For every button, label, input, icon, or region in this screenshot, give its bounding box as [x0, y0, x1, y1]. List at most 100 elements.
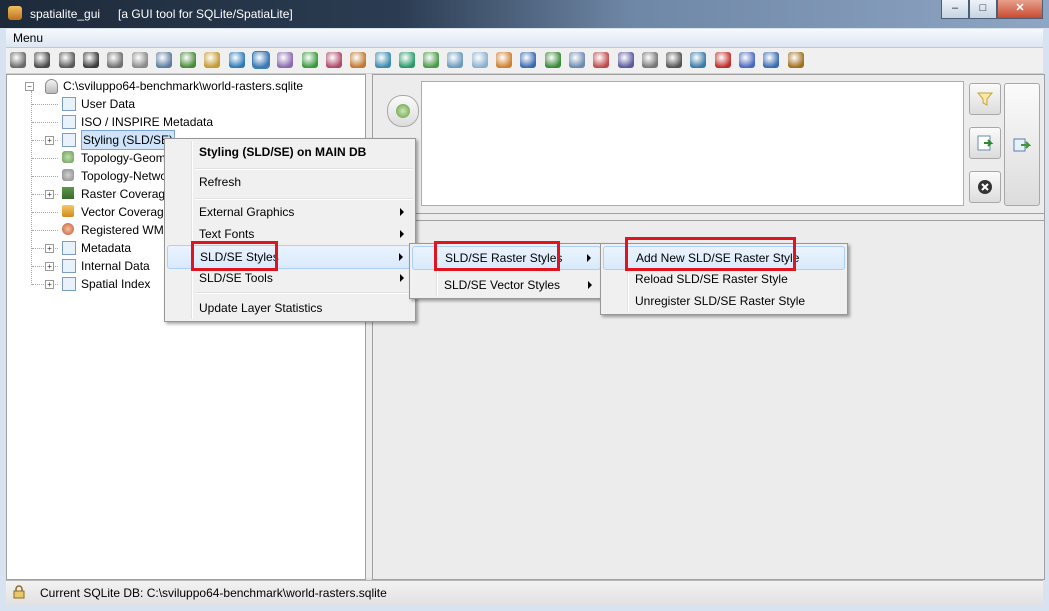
menu-item-unregister-raster-style[interactable]: Unregister SLD/SE Raster Style	[603, 290, 845, 312]
clear-button[interactable]	[969, 171, 1001, 203]
tree-item-label: Topology-Geom	[81, 151, 166, 165]
submenu-arrow-icon	[400, 230, 404, 238]
tree-node-icon	[62, 133, 76, 147]
load-txt-icon[interactable]	[471, 52, 488, 68]
network-icon[interactable]	[350, 52, 367, 68]
submenu-arrow-icon	[400, 274, 404, 282]
tree-item-label: Topology-Netwo	[81, 169, 168, 183]
tree-node-icon	[62, 241, 76, 255]
lock-icon	[12, 585, 26, 599]
maximize-button[interactable]: □	[969, 0, 997, 19]
menu-separator	[195, 198, 413, 200]
map-icon[interactable]	[277, 52, 294, 68]
tree-guide-line	[32, 158, 58, 159]
expand-icon[interactable]: +	[45, 262, 54, 271]
green-circle-icon	[396, 104, 410, 118]
disconnect-icon[interactable]	[34, 52, 51, 68]
tree-item-label: Raster Coverage	[81, 187, 172, 201]
expand-icon[interactable]: +	[45, 280, 54, 289]
create-db-icon[interactable]	[58, 52, 75, 68]
menu-item-menu[interactable]: Menu	[13, 31, 43, 45]
menu-item-update-layer-statistics[interactable]: Update Layer Statistics	[167, 297, 413, 319]
tree-guide-line	[32, 212, 58, 213]
tree-node-icon	[62, 169, 74, 181]
exit-icon[interactable]	[787, 52, 804, 68]
expand-icon[interactable]: +	[45, 136, 54, 145]
help-icon[interactable]	[739, 52, 755, 68]
list-icon[interactable]	[641, 52, 658, 68]
gps-icon[interactable]	[568, 52, 585, 68]
minimize-button[interactable]: ‒	[941, 0, 969, 19]
debug-icon[interactable]	[325, 52, 342, 68]
tree-item[interactable]: User Data	[7, 95, 357, 113]
tree-item-label: Internal Data	[81, 259, 150, 273]
sql-panel	[372, 74, 1045, 580]
highlight-box	[191, 241, 278, 271]
menu-separator	[195, 292, 413, 294]
horizontal-splitter[interactable]	[373, 213, 1044, 221]
close-button[interactable]: ✕	[997, 0, 1043, 19]
save-memory-icon[interactable]	[107, 52, 124, 68]
chart-icon[interactable]	[301, 52, 318, 68]
app-title: spatialite_gui	[30, 7, 101, 21]
load-dbf-icon[interactable]	[374, 52, 391, 68]
load-shp-icon[interactable]	[204, 52, 221, 68]
tree-item-label: Styling (SLD/SE)	[81, 130, 176, 150]
tree-item[interactable]: ISO / INSPIRE Metadata	[7, 113, 357, 131]
external-graphics-label: External Graphics	[199, 205, 295, 219]
submenu-arrow-icon	[587, 254, 591, 262]
virtual-csv-icon[interactable]	[398, 52, 415, 68]
history-back-button[interactable]	[387, 95, 419, 127]
menu-item-refresh[interactable]: Refresh	[167, 171, 413, 193]
tree-node-icon	[62, 151, 74, 163]
tree-node-icon	[62, 259, 76, 273]
window-controls: ‒ □ ✕	[941, 0, 1043, 20]
tree-root[interactable]: − C:\sviluppo64-benchmark\world-rasters.…	[25, 77, 355, 95]
execute-icon	[1013, 138, 1031, 151]
clone-db-icon[interactable]	[131, 52, 148, 68]
expand-icon[interactable]: +	[45, 190, 54, 199]
tree-item-label: Vector Coverage	[81, 205, 171, 219]
menu-item-reload-raster-style[interactable]: Reload SLD/SE Raster Style	[603, 268, 845, 290]
expand-icon[interactable]: +	[45, 244, 54, 253]
status-text: Current SQLite DB: C:\sviluppo64-benchma…	[40, 586, 387, 600]
vacuum-icon[interactable]	[155, 52, 172, 68]
load-script-icon	[977, 135, 994, 151]
execute-button[interactable]	[1004, 83, 1040, 206]
check-icon[interactable]	[617, 52, 634, 68]
menu-header-label: Styling (SLD/SE) on MAIN DB	[199, 145, 367, 159]
tree-item-label: Spatial Index	[81, 277, 151, 291]
sort-icon[interactable]	[666, 52, 683, 68]
exif-icon[interactable]	[544, 52, 561, 68]
sql-script-icon[interactable]	[180, 52, 197, 68]
virtual-xl-icon[interactable]	[423, 52, 440, 68]
memory-db-icon[interactable]	[82, 52, 99, 68]
load-raster-icon[interactable]	[593, 52, 610, 68]
database-icon	[45, 79, 58, 94]
load-xl-icon[interactable]	[447, 52, 464, 68]
menu-item-sld-se-vector-styles[interactable]: SLD/SE Vector Styles	[412, 274, 601, 296]
tree-guide-line	[32, 176, 58, 177]
menu-bar: Menu	[6, 29, 1043, 48]
highlight-box	[434, 241, 560, 271]
filter-button[interactable]	[969, 83, 1001, 115]
about-icon[interactable]	[763, 52, 780, 68]
font-icon[interactable]	[714, 52, 731, 68]
load-sql-button[interactable]	[969, 127, 1001, 159]
srid-icon[interactable]	[520, 52, 537, 68]
app-icon	[8, 6, 22, 20]
sql-input[interactable]	[421, 81, 964, 206]
mode-icon[interactable]	[252, 51, 270, 69]
tree-item-label: ISO / INSPIRE Metadata	[81, 115, 214, 129]
tree-guide-line	[32, 122, 58, 123]
menu-item-external-graphics[interactable]: External Graphics	[167, 201, 413, 223]
menu-header: Styling (SLD/SE) on MAIN DB	[167, 141, 413, 163]
connect-icon[interactable]	[10, 52, 26, 68]
attach-icon[interactable]	[228, 52, 245, 68]
collapse-icon[interactable]: −	[25, 82, 34, 91]
tree-root-label: C:\sviluppo64-benchmark\world-rasters.sq…	[63, 79, 304, 93]
dxf-icon[interactable]	[496, 52, 512, 68]
tree-node-icon	[62, 97, 76, 111]
submenu-arrow-icon	[399, 253, 403, 261]
wms-icon[interactable]	[690, 52, 707, 68]
